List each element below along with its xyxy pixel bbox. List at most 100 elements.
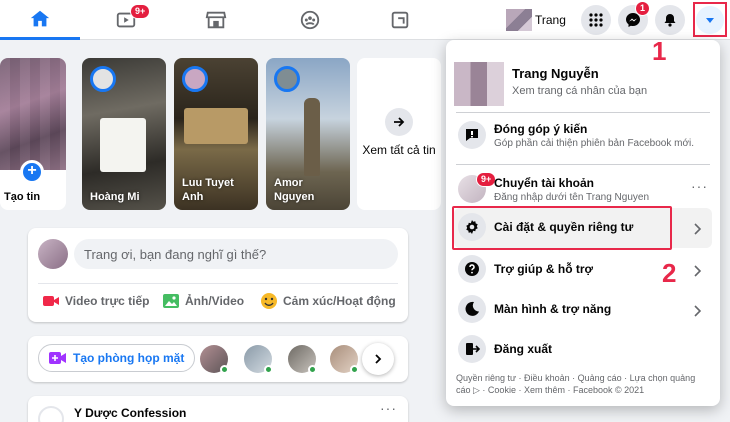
top-navigation-bar: 9+ Trang 1 [0,0,730,40]
story-photo [304,98,320,176]
chevron-right-icon [684,215,712,243]
story-name: Luu Tuyet Anh [182,177,234,203]
menu-item-label: Đăng xuất [494,342,553,356]
gaming-icon [391,11,409,29]
feedback-icon [458,121,486,149]
menu-item-label: Đóng góp ý kiến [494,122,588,136]
chevron-right-icon [684,257,712,285]
moon-icon [458,295,486,323]
avatar[interactable] [288,345,317,374]
avatar [274,66,300,92]
composer-divider [38,283,398,284]
profile-chip[interactable]: Trang [506,8,566,32]
feeling-activity-button[interactable]: Cảm xúc/Hoạt động [260,289,396,313]
nav-tab-home[interactable] [0,0,80,40]
menu-item-logout[interactable]: Đăng xuất [454,330,712,370]
see-all-stories-label: Xem tất cả tin [362,143,436,157]
create-story-photo [0,58,66,170]
online-dot [350,365,359,374]
chevron-right-icon [684,297,712,325]
messenger-badge: 1 [635,1,651,16]
create-room-button[interactable]: Tạo phòng họp mặt [38,344,196,372]
plus-icon: + [20,160,44,184]
online-dot [220,365,229,374]
story-card[interactable]: Luu Tuyet Anh [174,58,258,210]
story-name: Amor Nguyen [274,177,315,203]
logout-icon [458,335,486,363]
nav-tab-gaming[interactable] [360,0,440,40]
arrow-right-icon [394,117,405,127]
feed-post: Y Dược Confession ··· [28,396,408,422]
grid-menu-icon [589,13,603,27]
menu-item-switch-account[interactable]: 9+ Chuyển tài khoản Đăng nhập dưới tên T… [454,170,712,210]
create-story-label: Tạo tin [4,191,41,203]
menu-profile-name: Trang Nguyễn [512,66,599,81]
story-card[interactable]: Hoàng Mi [82,58,166,210]
post-author[interactable]: Y Dược Confession [74,406,186,420]
account-menu-button-inner [696,5,724,34]
video-badge: 9+ [130,4,151,19]
avatar[interactable] [330,345,359,374]
photo-video-label: Ảnh/Video [185,294,245,308]
avatar [90,66,116,92]
menu-item-subtitle: Đăng nhập dưới tên Trang Nguyen [494,192,650,203]
menu-divider [456,112,710,113]
home-icon [30,10,50,26]
menu-item-label: Chuyển tài khoản [494,176,595,190]
post-composer: Trang ơi, bạn đang nghĩ gì thế? Video tr… [28,228,408,322]
settings-highlight-box [452,206,672,250]
menu-profile-link[interactable]: Trang Nguyễn Xem trang cá nhân của bạn [454,48,712,108]
avatar[interactable] [38,406,64,422]
online-dot [264,365,273,374]
composer-input[interactable]: Trang ơi, bạn đang nghĩ gì thế? [74,239,398,269]
notifications-button[interactable] [655,5,685,35]
live-video-label: Video trực tiếp [65,294,150,308]
live-video-button[interactable]: Video trực tiếp [42,289,150,313]
help-icon [458,255,486,283]
account-menu-button[interactable] [693,2,727,37]
menu-item-feedback[interactable]: Đóng góp ý kiến Góp phần cải thiện phiên… [454,116,712,156]
live-video-icon [43,296,59,306]
chevron-right-icon [375,354,382,364]
menu-item-label: Màn hình & trợ năng [494,302,612,316]
annotation-step-2: 2 [662,258,677,288]
avatar [506,9,532,31]
post-more-button[interactable]: ··· [380,400,397,416]
menu-item-subtitle: Góp phần cải thiện phiên bản Facebook mớ… [494,138,695,149]
nav-tab-watch[interactable]: 9+ [86,0,166,40]
annotation-step-1: 1 [652,36,667,66]
bell-icon [664,14,676,27]
video-camera-plus-icon [49,352,66,364]
nav-tab-marketplace[interactable] [176,0,256,40]
feeling-activity-label: Cảm xúc/Hoạt động [283,294,396,308]
nav-tab-groups[interactable] [270,0,350,40]
story-photo [184,108,248,144]
switch-account-more-button[interactable]: ··· [691,178,708,194]
see-all-stories-card[interactable]: Xem tất cả tin [357,58,441,210]
rooms-bar: Tạo phòng họp mặt [28,336,408,382]
menu-button[interactable] [581,5,611,35]
rooms-next-button[interactable] [362,343,394,375]
groups-icon [300,10,320,30]
avatar [182,66,208,92]
menu-item-label: Trợ giúp & hỗ trợ [494,262,594,276]
menu-item-display[interactable]: Màn hình & trợ năng [454,290,712,330]
messenger-button[interactable]: 1 [618,1,651,35]
story-card[interactable]: Amor Nguyen [266,58,350,210]
avatar[interactable] [200,345,229,374]
avatar [454,62,504,106]
photo-video-button[interactable]: Ảnh/Video [162,289,244,313]
smiley-icon [261,293,277,309]
profile-chip-name: Trang [535,13,566,27]
caret-down-icon [706,17,714,23]
create-room-label: Tạo phòng họp mặt [73,351,185,365]
see-all-stories-button[interactable] [385,108,413,136]
story-name: Hoàng Mi [90,191,140,203]
menu-profile-subtitle: Xem trang cá nhân của bạn [512,85,648,97]
menu-footer-links[interactable]: Quyền riêng tư · Điều khoản · Quảng cáo … [456,372,710,396]
avatar[interactable] [244,345,273,374]
online-dot [308,365,317,374]
menu-divider [456,164,710,165]
create-story-card[interactable] [0,58,66,210]
store-icon [205,11,227,29]
